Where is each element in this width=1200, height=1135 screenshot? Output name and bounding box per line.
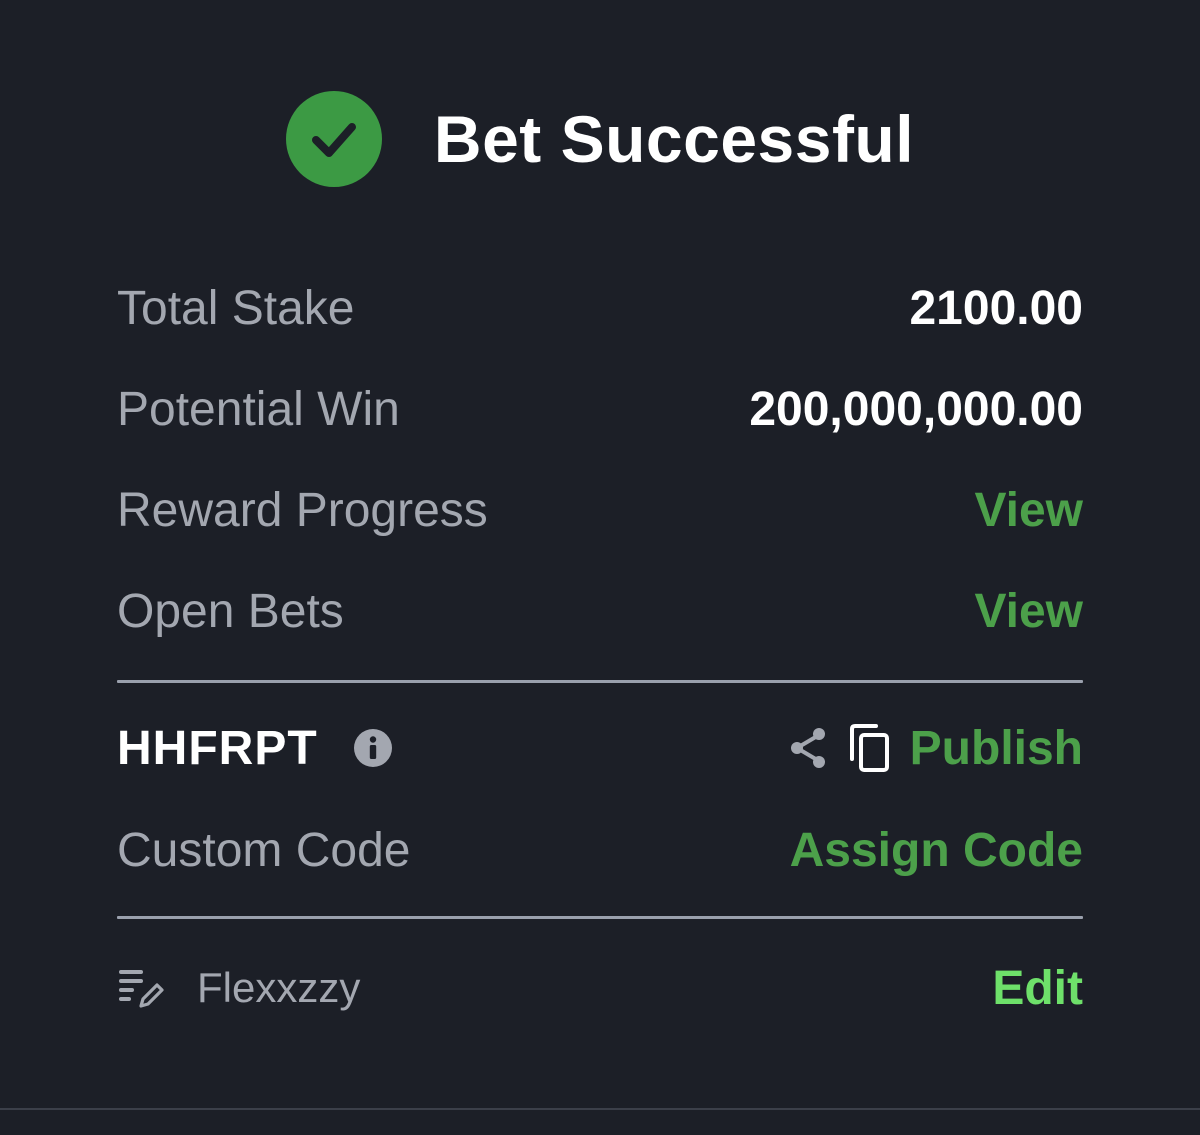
page-title: Bet Successful [433, 102, 915, 176]
divider [117, 680, 1083, 683]
bet-confirmation-panel: Bet Successful Total Stake 2100.00 Poten… [0, 0, 1200, 1135]
info-icon[interactable] [353, 729, 392, 767]
note-name: Flexxzzy [197, 964, 361, 1011]
open-bets-row: Open Bets View [117, 581, 1083, 641]
divider [117, 916, 1083, 919]
open-bets-label: Open Bets [117, 584, 344, 638]
booking-code-group: HHFRPT [117, 721, 392, 776]
note-row: Flexxzzy Edit [117, 958, 1083, 1018]
booking-actions: Publish [788, 721, 1083, 776]
check-circle-icon [285, 91, 382, 187]
total-stake-value: 2100.00 [909, 281, 1083, 335]
potential-win-label: Potential Win [117, 382, 400, 436]
copy-icon[interactable] [848, 723, 890, 773]
custom-code-row: Custom Code Assign Code [117, 818, 1083, 882]
bottom-divider [0, 1108, 1200, 1110]
edit-button[interactable]: Edit [992, 961, 1083, 1016]
share-icon[interactable] [788, 726, 828, 770]
booking-code-row: HHFRPT Publish [117, 716, 1083, 780]
assign-code-button[interactable]: Assign Code [790, 823, 1083, 878]
reward-progress-view-link[interactable]: View [974, 483, 1083, 538]
reward-progress-label: Reward Progress [117, 483, 488, 537]
publish-button[interactable]: Publish [910, 721, 1083, 776]
total-stake-label: Total Stake [117, 281, 355, 335]
booking-code: HHFRPT [117, 721, 318, 775]
potential-win-value: 200,000,000.00 [749, 382, 1083, 436]
total-stake-row: Total Stake 2100.00 [117, 278, 1083, 338]
custom-code-label: Custom Code [117, 823, 411, 877]
edit-note-icon [117, 966, 167, 1010]
potential-win-row: Potential Win 200,000,000.00 [117, 379, 1083, 439]
open-bets-view-link[interactable]: View [974, 584, 1083, 639]
note-group: Flexxzzy [117, 964, 360, 1012]
header: Bet Successful [0, 84, 1200, 194]
reward-progress-row: Reward Progress View [117, 480, 1083, 540]
